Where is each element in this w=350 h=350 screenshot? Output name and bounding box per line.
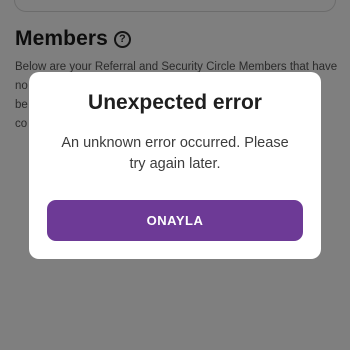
dialog-message: An unknown error occurred. Please try ag…: [61, 135, 289, 172]
dialog-title: Unexpected error: [88, 91, 262, 114]
confirm-button[interactable]: ONAYLA: [47, 200, 303, 241]
error-dialog: Unexpected error An unknown error occurr…: [29, 72, 321, 259]
